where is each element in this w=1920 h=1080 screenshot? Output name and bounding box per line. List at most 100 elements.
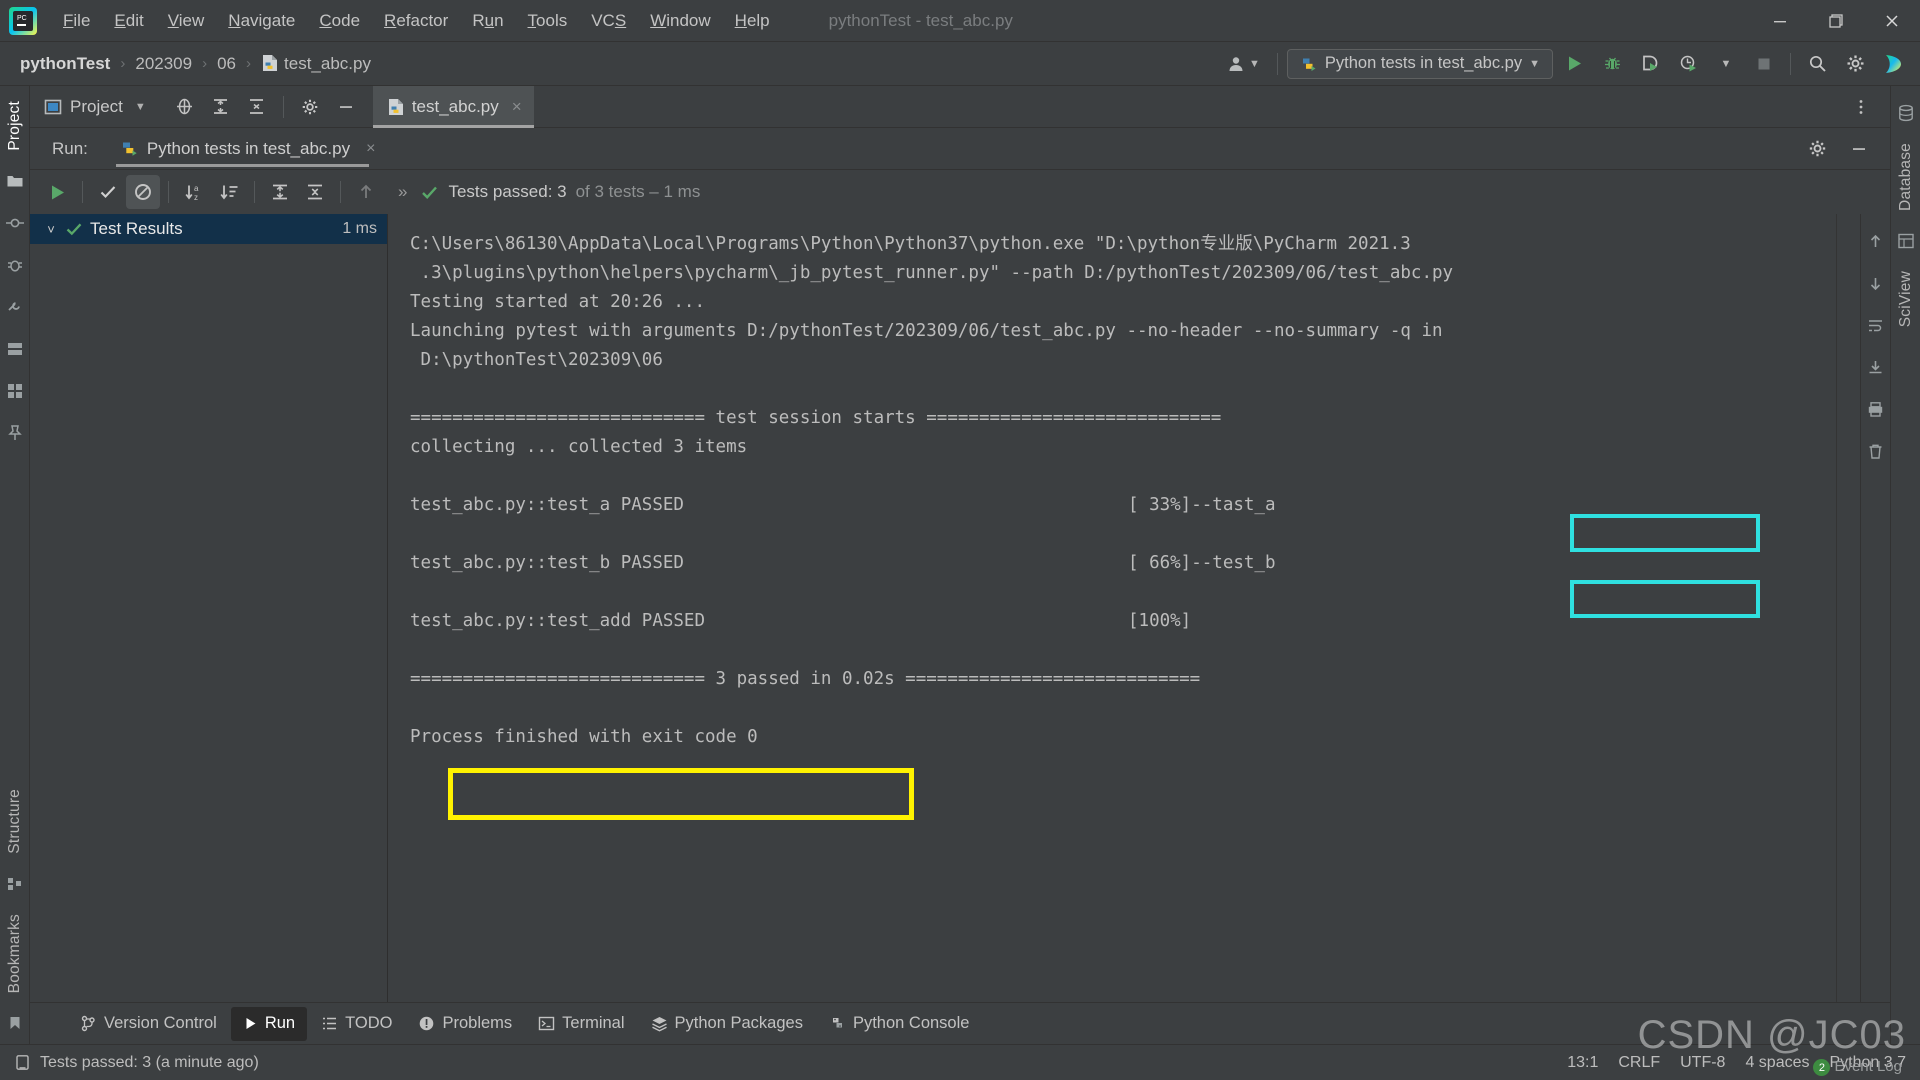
menu-file[interactable]: FFileile <box>52 7 101 35</box>
gear-icon <box>302 99 318 114</box>
menu-help[interactable]: Help <box>724 7 781 35</box>
bottom-tab-python-packages[interactable]: Python Packages <box>639 1007 815 1041</box>
expand-all-button[interactable] <box>263 175 297 209</box>
build-icon[interactable] <box>3 295 27 319</box>
bottom-tab-problems[interactable]: Problems <box>406 1007 524 1041</box>
bookmark-icon[interactable] <box>3 1011 27 1035</box>
sciview-icon[interactable] <box>1894 229 1918 253</box>
search-everywhere-button[interactable] <box>1800 48 1834 80</box>
green-check-icon <box>65 220 83 238</box>
indent-setting[interactable]: 4 spaces <box>1745 1054 1809 1072</box>
menu-view[interactable]: View <box>157 7 216 35</box>
soft-wrap-icon[interactable] <box>1864 313 1888 337</box>
stop-button[interactable] <box>1747 48 1781 80</box>
select-opened-file-button[interactable] <box>168 90 202 124</box>
expand-all-button[interactable] <box>204 90 238 124</box>
sidebar-item-structure[interactable]: Structure <box>2 780 28 863</box>
close-icon[interactable]: × <box>366 140 375 158</box>
menu-vcs[interactable]: VCS <box>580 7 637 35</box>
project-panel-label: Project <box>70 96 123 116</box>
file-encoding[interactable]: UTF-8 <box>1680 1054 1725 1072</box>
menu-tools[interactable]: Tools <box>517 7 579 35</box>
clear-all-icon[interactable] <box>1864 439 1888 463</box>
database-icon[interactable] <box>1894 101 1918 125</box>
run-session-tab[interactable]: Python tests in test_abc.py × <box>114 128 382 170</box>
close-icon[interactable]: × <box>512 97 522 117</box>
run-with-coverage-button[interactable] <box>1633 48 1667 80</box>
scroll-up-icon[interactable] <box>1864 229 1888 253</box>
sort-duration-icon <box>219 185 237 199</box>
settings-button[interactable] <box>1838 48 1872 80</box>
chevron-down-icon[interactable]: ˅ <box>44 222 58 237</box>
run-button[interactable] <box>1557 48 1591 80</box>
menu-refactor[interactable]: Refactor <box>373 7 459 35</box>
breadcrumb-item-project[interactable]: pythonTest <box>14 51 116 77</box>
scroll-down-icon[interactable] <box>1864 271 1888 295</box>
run-configuration-selector[interactable]: Python tests in test_abc.py ▼ <box>1286 48 1553 79</box>
commit-icon[interactable] <box>3 211 27 235</box>
bottom-tab-version-control[interactable]: Version Control <box>68 1007 229 1041</box>
debug-button[interactable] <box>1595 48 1629 80</box>
save-output-icon[interactable] <box>1864 355 1888 379</box>
sort-alphabetically-button[interactable]: a z <box>177 175 211 209</box>
show-passed-button[interactable] <box>91 175 125 209</box>
close-button[interactable] <box>1864 0 1920 42</box>
menu-code[interactable]: Code <box>308 7 371 35</box>
status-bar-message-area[interactable]: Tests passed: 3 (a minute ago) <box>14 1054 259 1072</box>
console-output[interactable]: C:\Users\86130\AppData\Local\Programs\Py… <box>388 214 1860 1002</box>
bottom-tab-python-console[interactable]: Python Console <box>817 1007 982 1041</box>
console-scrollbar[interactable] <box>1836 214 1860 1002</box>
todo-icon[interactable] <box>3 379 27 403</box>
bottom-tab-terminal[interactable]: Terminal <box>526 1007 636 1041</box>
menu-window[interactable]: Window <box>639 7 721 35</box>
profile-dropdown-button[interactable]: ▼ <box>1709 48 1743 80</box>
collapse-all-button[interactable] <box>240 90 274 124</box>
sidebar-item-project[interactable]: Project <box>2 92 28 160</box>
structure-icon[interactable] <box>3 872 27 896</box>
bottom-tab-todo[interactable]: TODO <box>309 1007 404 1041</box>
hide-panel-button[interactable] <box>329 90 363 124</box>
console-line-progress: [ 66%]--test_b <box>1128 553 1276 573</box>
previous-failed-button[interactable] <box>349 175 383 209</box>
menu-run[interactable]: Run <box>461 7 514 35</box>
breadcrumb-item-file[interactable]: test_abc.py <box>255 51 377 77</box>
project-settings-button[interactable] <box>293 90 327 124</box>
collapse-all-button[interactable] <box>298 175 332 209</box>
services-icon[interactable] <box>3 337 27 361</box>
line-separator[interactable]: CRLF <box>1618 1054 1660 1072</box>
bottom-tab-label: Python Console <box>852 1014 970 1032</box>
menu-navigate[interactable]: Navigate <box>217 7 306 35</box>
maximize-button[interactable] <box>1808 0 1864 42</box>
editor-tab-test-abc[interactable]: test_abc.py × <box>372 85 534 128</box>
console-line: .3\plugins\python\helpers\pycharm\_jb_py… <box>410 263 1454 283</box>
profile-button[interactable] <box>1671 48 1705 80</box>
overflow-chevrons[interactable]: » <box>398 182 407 202</box>
sidebar-item-bookmarks[interactable]: Bookmarks <box>2 905 28 1002</box>
hide-ignored-button[interactable] <box>126 175 160 209</box>
user-account-button[interactable]: ▼ <box>1218 49 1268 79</box>
debug-icon[interactable] <box>3 253 27 277</box>
print-icon[interactable] <box>1864 397 1888 421</box>
hide-run-window-button[interactable] <box>1842 132 1876 166</box>
run-settings-button[interactable] <box>1800 132 1834 166</box>
sort-by-duration-button[interactable] <box>212 175 246 209</box>
project-folder-icon[interactable] <box>3 169 27 193</box>
bottom-tab-run[interactable]: Run <box>230 1006 308 1041</box>
rerun-tests-button[interactable] <box>40 175 74 209</box>
breadcrumb-item-06[interactable]: 06 <box>211 51 242 77</box>
run-session-tab-label: Python tests in test_abc.py <box>146 138 351 158</box>
caret-position[interactable]: 13:1 <box>1567 1054 1598 1072</box>
sidebar-item-sciview[interactable]: SciView <box>1893 262 1919 336</box>
tree-row-test-results[interactable]: ˅ Test Results 1 ms <box>30 214 387 244</box>
test-results-tree: ˅ Test Results 1 ms <box>30 214 388 1002</box>
pin-icon[interactable] <box>3 421 27 445</box>
more-options-button[interactable] <box>1844 90 1878 124</box>
ai-assistant-button[interactable] <box>1876 48 1910 80</box>
minimize-button[interactable] <box>1752 0 1808 42</box>
breadcrumb-item-202309[interactable]: 202309 <box>129 51 198 77</box>
event-log-indicator[interactable]: 2 Event Log <box>1813 1058 1902 1076</box>
sidebar-item-database[interactable]: Database <box>1893 134 1919 220</box>
menu-edit[interactable]: Edit <box>103 7 154 35</box>
project-panel-title[interactable]: Project ▼ <box>30 97 146 117</box>
